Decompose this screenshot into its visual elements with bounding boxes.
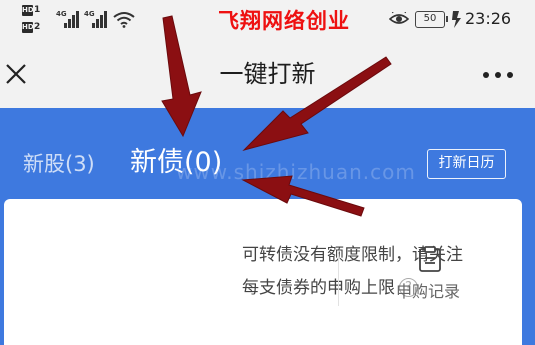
- more-icon[interactable]: [483, 72, 513, 78]
- quota-notice-line2: 每支债券的申购上限?: [242, 277, 418, 299]
- status-bar: HD 1 HD 2 4G 4G 飞翔网络创业 50 23:26: [0, 0, 535, 40]
- signal-icon: 4G: [56, 10, 80, 28]
- bond-info-card: [4, 199, 522, 345]
- clock: 23:26: [465, 9, 512, 28]
- battery-icon: 50: [415, 11, 448, 28]
- tab-new-stock[interactable]: 新股(3): [23, 147, 95, 181]
- charging-icon: [452, 11, 461, 28]
- hd-badge: HD: [22, 22, 34, 33]
- hd-badge: HD: [22, 5, 34, 16]
- sim-slot-number: 2: [34, 22, 41, 32]
- watermark: www.shizhizhuan.com: [176, 160, 416, 184]
- quota-notice-text: 每支债券的申购上限: [242, 278, 395, 298]
- sim2-indicator: HD 2: [22, 22, 44, 33]
- sim1-indicator: HD 1: [22, 5, 44, 16]
- title-bar: 一键打新: [0, 40, 535, 108]
- purchase-record-button[interactable]: 申购记录: [396, 282, 460, 302]
- network-generation: 4G: [84, 10, 95, 18]
- signal-icon: 4G: [84, 10, 108, 28]
- divider: [338, 254, 339, 306]
- clipboard-icon[interactable]: [418, 246, 442, 272]
- sim-slot-number: 1: [34, 5, 41, 15]
- sim-indicators: HD 1 HD 2: [22, 5, 46, 35]
- overlay-title: 飞翔网络创业: [218, 9, 350, 33]
- page-title: 一键打新: [219, 60, 316, 88]
- wifi-icon: [113, 12, 135, 28]
- ipo-calendar-button[interactable]: 打新日历: [427, 149, 506, 179]
- eye-comfort-icon: [389, 12, 409, 24]
- network-generation: 4G: [56, 10, 67, 18]
